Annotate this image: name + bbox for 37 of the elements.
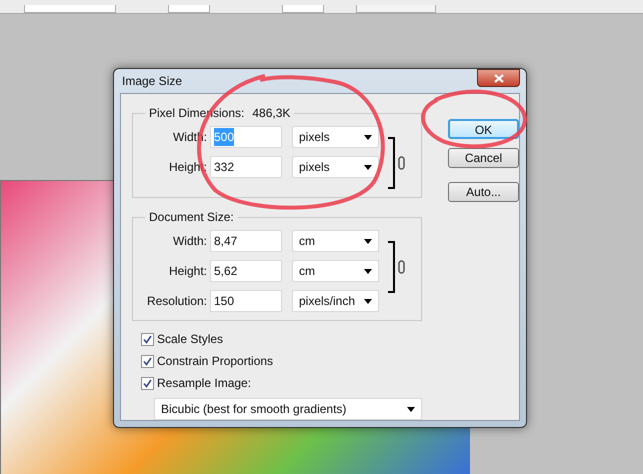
checkbox[interactable] bbox=[141, 354, 154, 368]
toolbar-field[interactable] bbox=[282, 5, 324, 13]
window-title: Image Size bbox=[121, 73, 182, 90]
unit-dropdown[interactable]: cm bbox=[292, 230, 379, 252]
field-label: Width: bbox=[172, 233, 207, 250]
checkbox-label: Constrain Proportions bbox=[157, 353, 274, 370]
unit-dropdown[interactable]: pixels bbox=[292, 126, 379, 148]
unit-dropdown[interactable]: pixels bbox=[292, 156, 379, 178]
checkbox[interactable] bbox=[141, 376, 154, 390]
checkbox-label: Resample Image: bbox=[157, 375, 252, 392]
checkbox-label: Scale Styles bbox=[157, 331, 224, 348]
dropdown-arrow-icon bbox=[364, 134, 372, 140]
link-bracket-icon bbox=[387, 241, 407, 293]
field-label: Resolution: bbox=[146, 293, 207, 310]
dropdown-arrow-icon bbox=[364, 298, 372, 304]
checkbox[interactable] bbox=[141, 332, 154, 346]
pixel-size-value: 486,3K bbox=[252, 105, 290, 122]
unit-dropdown[interactable]: cm bbox=[292, 260, 379, 282]
dropdown-arrow-icon bbox=[364, 268, 372, 274]
dialog-button[interactable]: Auto... bbox=[448, 182, 519, 202]
number-field[interactable]: 8,47 bbox=[210, 230, 282, 252]
number-field[interactable]: 150 bbox=[210, 290, 282, 312]
number-field[interactable]: 332 bbox=[210, 156, 282, 178]
dialog-button[interactable]: Cancel bbox=[448, 148, 519, 168]
dropdown-arrow-icon bbox=[364, 164, 372, 170]
link-bracket-icon bbox=[387, 137, 407, 189]
unit-dropdown[interactable]: pixels/inch bbox=[292, 290, 379, 312]
close-icon bbox=[494, 74, 504, 82]
field-label: Height: bbox=[168, 263, 207, 280]
dropdown-arrow-icon bbox=[407, 406, 415, 412]
group-title: Document Size: bbox=[149, 209, 234, 226]
toolbar-field[interactable] bbox=[168, 5, 210, 13]
number-field[interactable]: 5,62 bbox=[210, 260, 282, 282]
dialog-button[interactable]: OK bbox=[448, 119, 519, 139]
resample-dropdown[interactable]: Bicubic (best for smooth gradients) bbox=[154, 398, 422, 420]
close-button[interactable] bbox=[477, 69, 520, 87]
dropdown-arrow-icon bbox=[364, 238, 372, 244]
